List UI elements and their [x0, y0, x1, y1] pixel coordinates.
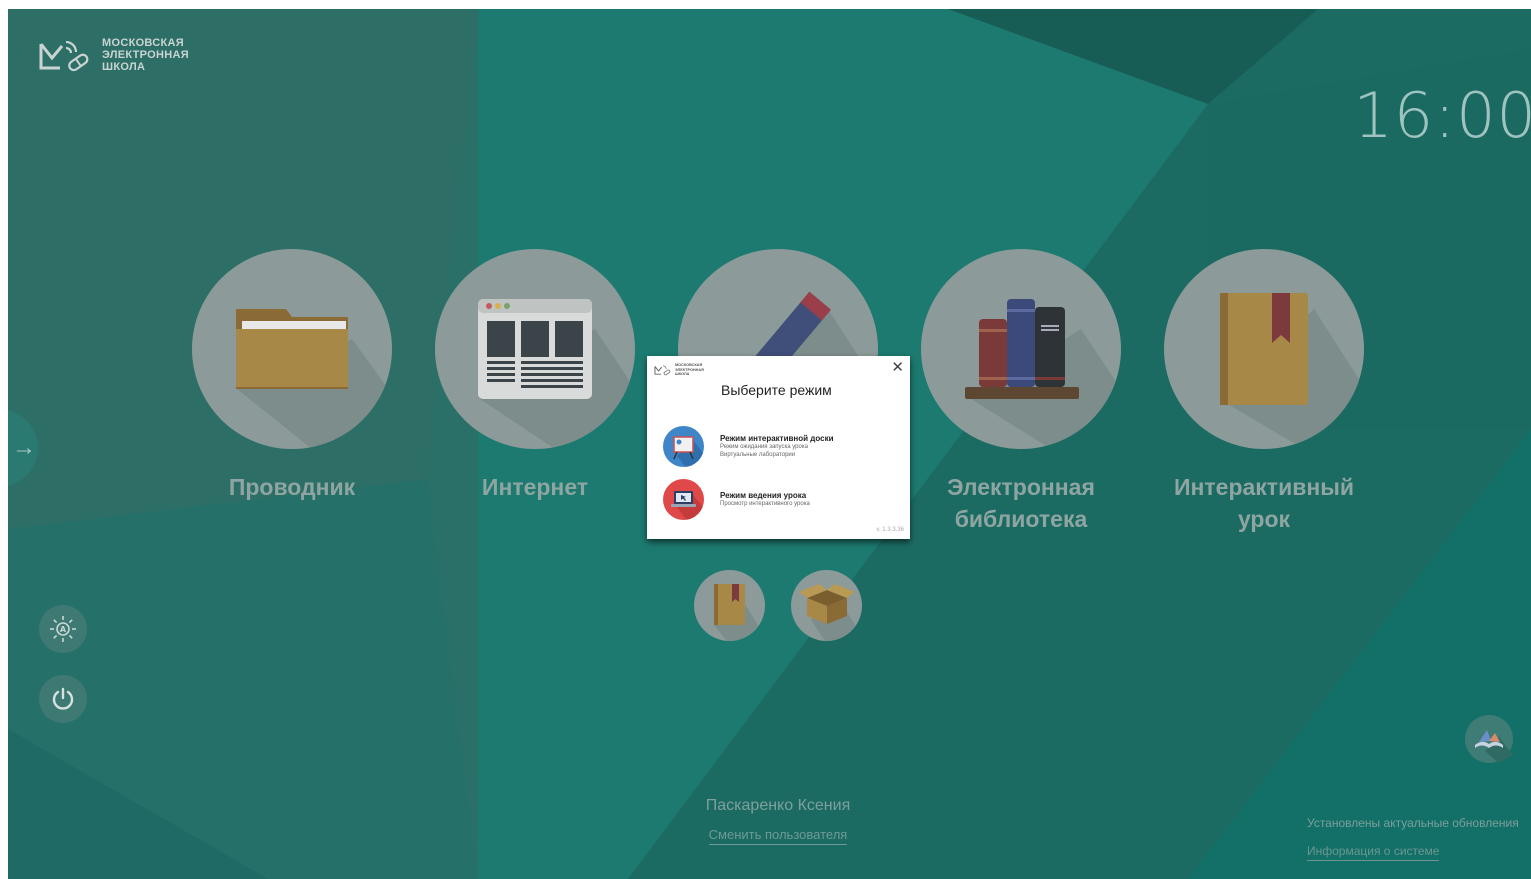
- app-library-label: Электронная библиотека: [921, 471, 1121, 535]
- whiteboard-icon: [663, 426, 704, 467]
- logo-line: ЭЛЕКТРОННАЯ: [102, 49, 189, 61]
- box-icon: [799, 584, 862, 641]
- logo-line: ШКОЛА: [102, 61, 146, 73]
- open-book-icon: [1475, 730, 1513, 763]
- laptop-icon: [663, 479, 704, 520]
- small-app-book[interactable]: [694, 570, 765, 641]
- app-label-line: Проводник: [228, 474, 356, 500]
- mode-whiteboard-text: Режим интерактивной доски Режим ожидания…: [720, 434, 834, 459]
- desktop-screen: МОСКОВСКАЯ ЭЛЕКТРОННАЯ ШКОЛА 16:00 → Про…: [8, 9, 1531, 879]
- logo-line: ШКОЛА: [675, 372, 690, 376]
- system-block: Установлены актуальные обновления Информ…: [1307, 816, 1531, 861]
- power-button[interactable]: [39, 675, 87, 723]
- app-explorer-label: Проводник: [192, 471, 392, 503]
- book-icon: [1219, 293, 1364, 449]
- brightness-button[interactable]: A: [39, 605, 87, 653]
- mode-subtitle: Режим ожидания запуска урока: [720, 444, 808, 450]
- app-label-line: урок: [1237, 506, 1291, 532]
- folder-icon: [236, 309, 392, 449]
- version-label: v. 1.3.3.36: [876, 527, 904, 533]
- app-internet-label: Интернет: [435, 471, 635, 503]
- arrow-right-icon: →: [12, 434, 36, 461]
- app-interactive-lesson-label: Интерактивный урок: [1164, 471, 1364, 535]
- app-label-line: Интерактивный: [1173, 474, 1355, 500]
- app-internet[interactable]: Интернет: [435, 249, 635, 503]
- dialog-logo-text: МОСКОВСКАЯ ЭЛЕКТРОННАЯ ШКОЛА: [675, 363, 704, 377]
- switch-user-link[interactable]: Сменить пользователя: [708, 827, 848, 845]
- mode-title: Режим интерактивной доски: [720, 434, 834, 443]
- svg-text:A: A: [60, 625, 67, 634]
- mesh-logo-icon: [39, 40, 89, 72]
- mode-lesson-text: Режим ведения урока Просмотр интерактивн…: [720, 491, 810, 508]
- bookmark-book-icon: [714, 584, 765, 641]
- mode-title: Режим ведения урока: [720, 491, 807, 500]
- dialog-title: Выберите режим: [721, 382, 832, 398]
- app-label-line: библиотека: [954, 506, 1088, 532]
- mesh-logo-icon: [654, 365, 671, 375]
- app-interactive-lesson[interactable]: Интерактивный урок: [1164, 249, 1364, 535]
- mesh-logo: МОСКОВСКАЯ ЭЛЕКТРОННАЯ ШКОЛА: [38, 37, 189, 73]
- browser-icon: [478, 299, 635, 449]
- dialog-logo: МОСКОВСКАЯ ЭЛЕКТРОННАЯ ШКОЛА: [654, 363, 704, 377]
- clock: 16:00: [1353, 79, 1531, 152]
- mode-subtitle: Просмотр интерактивного урока: [720, 501, 810, 507]
- brightness-icon: A: [50, 616, 76, 642]
- mode-whiteboard[interactable]: Режим интерактивной доски Режим ожидания…: [663, 426, 834, 467]
- mode-select-dialog: МОСКОВСКАЯ ЭЛЕКТРОННАЯ ШКОЛА ✕ Выберите …: [647, 356, 910, 539]
- user-block: Паскаренко Ксения Сменить пользователя: [648, 797, 908, 845]
- library-shortcut-button[interactable]: [1465, 715, 1513, 763]
- app-library-circle[interactable]: [921, 249, 1121, 449]
- app-explorer-circle[interactable]: [192, 249, 392, 449]
- app-interactive-lesson-circle[interactable]: [1164, 249, 1364, 449]
- app-library[interactable]: Электронная библиотека: [921, 249, 1121, 535]
- app-internet-circle[interactable]: [435, 249, 635, 449]
- small-app-box[interactable]: [791, 570, 862, 641]
- update-status: Установлены актуальные обновления: [1307, 816, 1519, 830]
- logo-line: МОСКОВСКАЯ: [102, 37, 184, 49]
- logo-line: МОСКОВСКАЯ: [675, 363, 703, 367]
- mode-subtitle: Виртуальные лаборатории: [720, 452, 796, 458]
- app-explorer[interactable]: Проводник: [192, 249, 392, 503]
- close-icon[interactable]: ✕: [891, 358, 904, 376]
- power-icon: [52, 687, 74, 710]
- app-label-line: Интернет: [481, 474, 589, 500]
- system-info-link[interactable]: Информация о системе: [1307, 844, 1440, 861]
- books-icon: [965, 299, 1121, 449]
- user-name: Паскаренко Ксения: [705, 797, 851, 814]
- mode-lesson[interactable]: Режим ведения урока Просмотр интерактивн…: [663, 479, 810, 520]
- app-label-line: Электронная: [947, 474, 1095, 500]
- mesh-logo-text: МОСКОВСКАЯ ЭЛЕКТРОННАЯ ШКОЛА: [102, 37, 189, 73]
